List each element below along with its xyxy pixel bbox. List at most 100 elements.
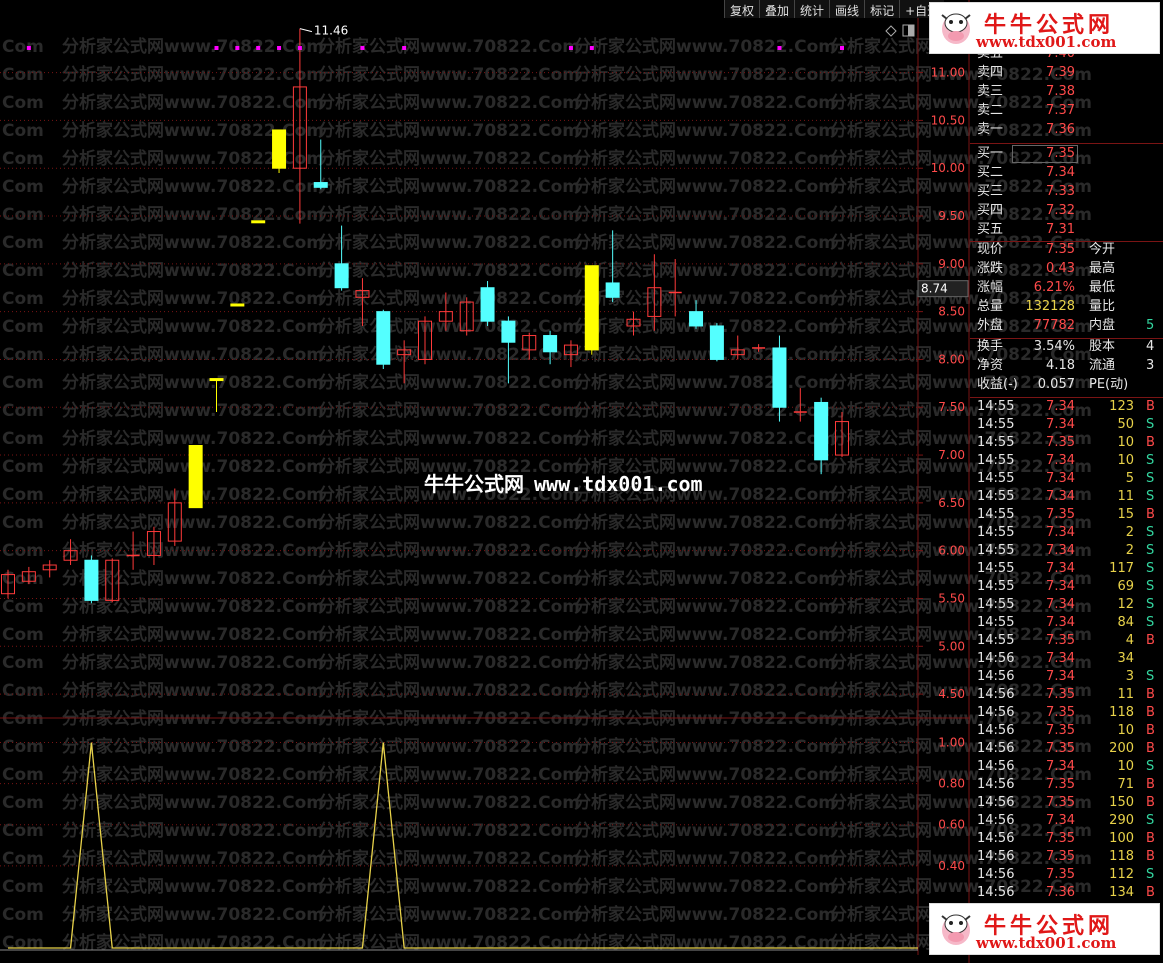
tick-side: B	[1146, 885, 1155, 900]
candle-body[interactable]	[543, 335, 558, 353]
bid-price: 7.31	[1046, 222, 1075, 237]
watermark-tile: 分析家公式网www.70822.Com	[62, 792, 324, 813]
ask-label: 卖二	[977, 103, 1004, 118]
candle-body[interactable]	[251, 220, 266, 224]
candle-body[interactable]	[334, 263, 349, 289]
tick-row: 14:56 7.36 134 B	[970, 884, 1163, 902]
watermark-tile: Com	[2, 37, 44, 57]
tick-price: 7.34	[1046, 561, 1075, 576]
tick-volume: 100	[1109, 831, 1134, 846]
chart-toolbar: 复权 叠加 统计 画线 标记 +自选	[724, 0, 945, 18]
watermark-tile: 分析家公式网www.70822.Com	[574, 176, 836, 197]
candle-body[interactable]	[230, 303, 245, 307]
tick-volume: 15	[1117, 507, 1134, 522]
candle-body[interactable]	[709, 325, 724, 360]
tick-volume: 290	[1109, 813, 1134, 828]
stat-label2: 内盘	[1089, 318, 1116, 333]
stat-value: 77782	[1033, 318, 1075, 333]
watermark-tile: Com	[2, 317, 44, 337]
watermark-tile: Com	[2, 709, 44, 729]
candle-body[interactable]	[772, 347, 787, 408]
candle-body[interactable]	[501, 320, 516, 343]
draw-line-button[interactable]: 画线	[829, 0, 865, 18]
stat2-label2: PE(动)	[1089, 377, 1129, 392]
tick-price: 7.34	[1046, 651, 1075, 666]
bid-label: 买四	[977, 203, 1004, 218]
candle-body[interactable]	[84, 559, 99, 601]
watermark-tile: 分析家公式网www.70822.Com	[318, 64, 580, 85]
ask-row: 卖一 7.36	[970, 121, 1163, 139]
tick-side: S	[1146, 669, 1155, 684]
bid-price: 7.32	[1046, 203, 1075, 218]
watermark-tile: 分析家公式网www.70822.Com	[62, 288, 324, 309]
mark-button[interactable]: 标记	[864, 0, 900, 18]
tick-time: 14:56	[977, 777, 1015, 792]
watermark-tile: Com	[2, 877, 44, 897]
tick-time: 14:56	[977, 831, 1015, 846]
candle-body[interactable]	[814, 401, 829, 461]
tick-row: 14:55 7.34 11 S	[970, 488, 1163, 506]
stat2-value: 0.057	[1037, 377, 1075, 392]
watermark-tile: 分析家公式网www.70822.Com	[62, 232, 324, 253]
overlay-button[interactable]: 叠加	[759, 0, 795, 18]
candle-body[interactable]	[376, 311, 391, 365]
candle-body[interactable]	[272, 129, 287, 169]
stat-label2: 今开	[1089, 242, 1116, 257]
candle-body[interactable]	[605, 282, 620, 298]
price-tick-label: 9.50	[938, 209, 965, 223]
tick-row: 14:56 7.35 11 B	[970, 686, 1163, 704]
tick-row: 14:55 7.35 10 B	[970, 434, 1163, 452]
tick-time: 14:55	[977, 417, 1015, 432]
watermark-tile: 分析家公式网www.70822.Com	[318, 288, 580, 309]
candle-body[interactable]	[689, 311, 704, 327]
tick-row: 14:56 7.35 200 B	[970, 740, 1163, 758]
quote-panel: 卖五 7.40 卖四 7.39 卖三 7.38 卖二 7.37 卖一 7.36 买一 7.35 买二 7.…	[970, 52, 1163, 963]
tick-price: 7.34	[1046, 471, 1075, 486]
candle-body[interactable]	[480, 287, 495, 322]
tick-row: 14:55 7.34 50 S	[970, 416, 1163, 434]
watermark-tile: 分析家公式网www.70822.Com	[318, 680, 580, 701]
tick-volume: 5	[1125, 471, 1134, 486]
candle-body[interactable]	[188, 444, 203, 509]
stat-label2: 量比	[1089, 299, 1116, 314]
watermark-tile: 分析家公式网www.70822.Com	[318, 232, 580, 253]
watermark-tile: 分析家公式网www.70822.Com	[318, 624, 580, 645]
watermark-tile: Com	[2, 177, 44, 197]
watermark-tile: Com	[2, 373, 44, 393]
tick-time: 14:55	[977, 525, 1015, 540]
tick-time: 14:55	[977, 507, 1015, 522]
stat-label: 外盘	[977, 318, 1004, 333]
stat-row: 总量 132128 量比	[970, 298, 1163, 316]
tick-volume: 11	[1117, 489, 1134, 504]
stat-row: 现价 7.35 今开	[970, 241, 1163, 259]
tick-time: 14:56	[977, 759, 1015, 774]
tick-time: 14:56	[977, 795, 1015, 810]
tick-row: 14:56 7.35 118 B	[970, 848, 1163, 866]
watermark-tile: 分析家公式网www.70822.Com	[318, 736, 580, 757]
statistics-button[interactable]: 统计	[794, 0, 830, 18]
watermark-tile: 分析家公式网www.70822.Com	[62, 652, 324, 673]
tick-side: S	[1146, 561, 1155, 576]
watermark-tile: Com	[2, 765, 44, 785]
candle-body[interactable]	[313, 182, 328, 188]
stat2-row: 收益(-) 0.057 PE(动)	[970, 376, 1163, 394]
watermark-tile: Com	[2, 793, 44, 813]
center-watermark: 牛牛公式网 www.tdx001.com	[424, 468, 703, 497]
tick-price: 7.34	[1046, 669, 1075, 684]
tick-side: S	[1146, 867, 1155, 882]
watermark-tile: Com	[2, 65, 44, 85]
diamond-icon[interactable]	[885, 25, 897, 37]
tick-side: S	[1146, 453, 1155, 468]
watermark-tile: 分析家公式网www.70822.Com	[62, 876, 324, 897]
candle-body[interactable]	[209, 378, 224, 382]
tick-side: B	[1146, 795, 1155, 810]
signal-dot	[256, 46, 261, 50]
watermark-tile: 分析家公式网www.70822.Com	[318, 512, 580, 533]
signal-dot	[235, 46, 240, 50]
watermark-tile: 分析家公式网www.70822.Com	[318, 260, 580, 281]
tick-row: 14:56 7.35 150 B	[970, 794, 1163, 812]
tick-side: B	[1146, 777, 1155, 792]
restore-rights-button[interactable]: 复权	[724, 0, 760, 18]
stat-label2: 最低	[1089, 280, 1116, 295]
candle-body[interactable]	[584, 265, 599, 351]
